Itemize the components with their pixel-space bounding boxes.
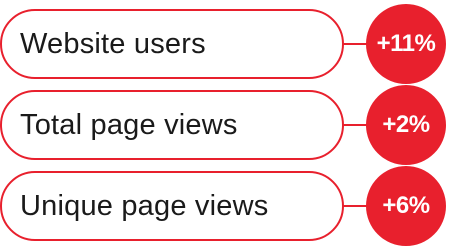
- metric-row: Website users +11%: [0, 4, 450, 84]
- metric-label-pill: Unique page views: [0, 171, 344, 241]
- metric-row: Unique page views +6%: [0, 166, 450, 246]
- metric-label: Total page views: [20, 108, 238, 141]
- change-value: +6%: [382, 192, 430, 219]
- change-badge: +2%: [366, 85, 446, 165]
- change-value: +11%: [376, 30, 436, 57]
- change-badge: +11%: [366, 4, 446, 84]
- metric-label-pill: Total page views: [0, 90, 344, 160]
- metric-row: Total page views +2%: [0, 85, 450, 165]
- metric-label: Unique page views: [20, 189, 269, 222]
- change-value: +2%: [382, 111, 430, 138]
- metric-label: Website users: [20, 27, 206, 60]
- metric-label-pill: Website users: [0, 9, 344, 79]
- change-badge: +6%: [366, 166, 446, 246]
